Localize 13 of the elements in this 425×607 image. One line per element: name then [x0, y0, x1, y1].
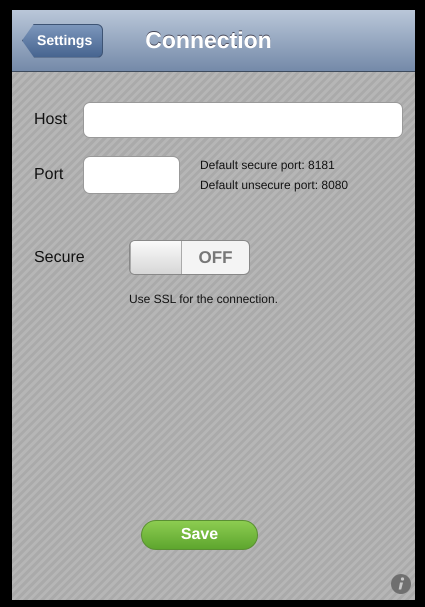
ssl-caption: Use SSL for the connection. — [129, 291, 279, 308]
info-icon[interactable] — [391, 574, 411, 594]
secure-label: Secure — [34, 248, 86, 268]
secure-toggle-switch[interactable]: OFF — [129, 240, 250, 275]
host-input-field[interactable] — [83, 102, 403, 138]
host-label: Host — [34, 110, 68, 130]
back-button[interactable]: Settings — [22, 24, 104, 58]
port-hint-text: Default unsecure port: 8080 — [200, 177, 348, 194]
save-button[interactable]: Save — [141, 520, 258, 550]
port-hint-text: Default secure port: 8181 — [200, 157, 336, 174]
port-input-field[interactable] — [83, 156, 180, 194]
port-label: Port — [34, 165, 64, 185]
screen-title: Connection — [145, 26, 272, 56]
